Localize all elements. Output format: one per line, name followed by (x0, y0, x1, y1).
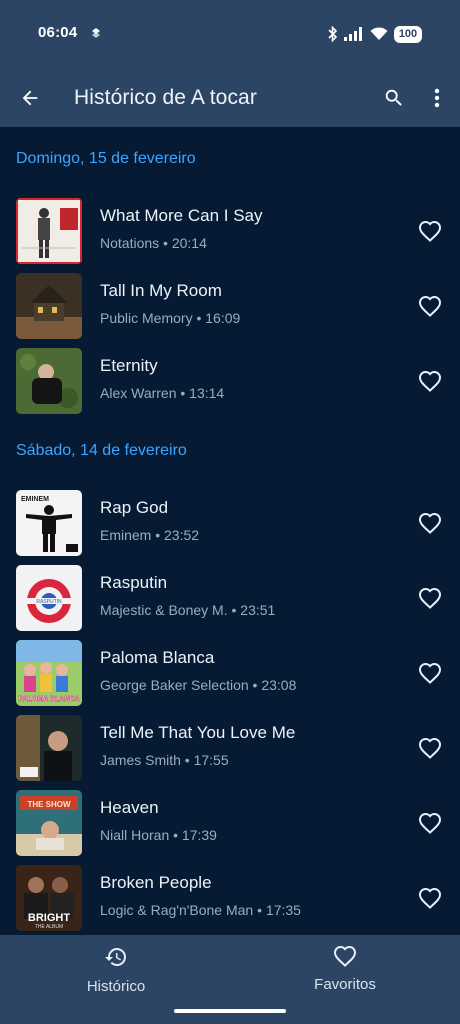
cover-text: BRIGHT (28, 912, 70, 924)
status-bar: 06:04 100 (0, 0, 460, 66)
nav-favorites[interactable]: Favoritos (285, 945, 405, 1005)
favorite-button[interactable] (416, 218, 444, 244)
wifi-icon (370, 27, 388, 40)
list-item[interactable]: EMINEM Rap God Eminem • 23:52 (0, 486, 460, 561)
song-title: Rap God (100, 498, 169, 517)
bottom-navigation: Histórico Favoritos (0, 935, 460, 1024)
battery-indicator: 100 (394, 25, 422, 43)
cover-text: THE ALBUM (35, 924, 63, 930)
list-item[interactable]: Tell Me That You Love Me James Smith • 1… (0, 711, 460, 786)
cover-text: RASPUTIN (36, 599, 62, 605)
album-cover: EMINEM (16, 490, 82, 556)
album-cover: RASPUTIN (16, 565, 82, 631)
heart-outline-icon (418, 295, 442, 317)
history-icon (105, 948, 126, 966)
status-time: 06:04 (38, 24, 78, 41)
list-item[interactable]: What More Can I Say Notations • 20:14 (0, 194, 460, 269)
heart-outline-icon (418, 587, 442, 609)
album-cover: THE SHOW (16, 790, 82, 856)
album-cover: BRIGHT THE ALBUM (16, 865, 82, 931)
heart-outline-icon (418, 812, 442, 834)
nav-history-label: Histórico (86, 978, 146, 995)
album-cover (16, 348, 82, 414)
song-title: Eternity (100, 356, 158, 375)
cover-text: THE SHOW (27, 800, 71, 809)
nav-history[interactable]: Histórico (56, 945, 176, 1005)
song-title: Tell Me That You Love Me (100, 723, 296, 742)
cover-text: EMINEM (21, 496, 49, 503)
date-header-sunday: Domingo, 15 de fevereiro (16, 150, 196, 167)
list-item[interactable]: THE SHOW Heaven Niall Horan • 17:39 (0, 786, 460, 861)
list-item[interactable]: Eternity Alex Warren • 13:14 (0, 344, 460, 419)
song-meta: Majestic & Boney M. • 23:51 (100, 602, 276, 618)
song-title: Tall In My Room (100, 281, 222, 300)
album-cover (16, 273, 82, 339)
heart-outline-icon (418, 220, 442, 242)
arrow-back-icon (22, 90, 38, 106)
more-options-button[interactable] (424, 82, 450, 114)
song-title: Broken People (100, 873, 212, 892)
song-meta: Logic & Rag'n'Bone Man • 17:35 (100, 902, 301, 918)
song-meta: Notations • 20:14 (100, 235, 207, 251)
favorite-button[interactable] (416, 510, 444, 536)
more-vert-icon (434, 88, 440, 108)
heart-outline-icon (333, 945, 357, 967)
nav-favorites-label: Favoritos (314, 976, 376, 993)
gesture-handle[interactable] (174, 1009, 286, 1013)
album-cover: PALOMA BLANCA (16, 640, 82, 706)
song-meta: Alex Warren • 13:14 (100, 385, 225, 401)
album-cover (16, 715, 82, 781)
list-item[interactable]: PALOMA BLANCA Paloma Blanca George Baker… (0, 636, 460, 711)
list-item[interactable]: BRIGHT THE ALBUM Broken People Logic & R… (0, 861, 460, 935)
heart-outline-icon (418, 887, 442, 909)
song-title: Paloma Blanca (100, 648, 215, 667)
song-title: What More Can I Say (100, 206, 263, 225)
back-button[interactable] (14, 82, 46, 114)
date-header-saturday: Sábado, 14 de fevereiro (16, 442, 187, 459)
favorite-button[interactable] (416, 810, 444, 836)
song-title: Rasputin (100, 573, 168, 592)
favorite-button[interactable] (416, 293, 444, 319)
search-icon (385, 89, 402, 106)
page-title: Histórico de A tocar (74, 86, 257, 109)
favorite-button[interactable] (416, 368, 444, 394)
app-bar: Histórico de A tocar (0, 70, 460, 126)
album-cover (16, 198, 82, 264)
favorite-button[interactable] (416, 885, 444, 911)
favorite-button[interactable] (416, 735, 444, 761)
favorite-button[interactable] (416, 660, 444, 686)
song-meta: James Smith • 17:55 (100, 752, 229, 768)
song-title: Heaven (100, 798, 159, 817)
song-meta: Public Memory • 16:09 (100, 310, 241, 326)
heart-outline-icon (418, 512, 442, 534)
song-meta: Eminem • 23:52 (100, 527, 200, 543)
favorite-button[interactable] (416, 585, 444, 611)
list-item[interactable]: Tall In My Room Public Memory • 16:09 (0, 269, 460, 344)
song-meta: Niall Horan • 17:39 (100, 827, 217, 843)
heart-outline-icon (418, 662, 442, 684)
signal-icon (344, 27, 362, 41)
search-button[interactable] (378, 82, 410, 114)
heart-outline-icon (418, 370, 442, 392)
song-meta: George Baker Selection • 23:08 (100, 677, 297, 693)
history-list[interactable]: Domingo, 15 de fevereiro What More Can I… (0, 127, 460, 935)
list-item[interactable]: RASPUTIN Rasputin Majestic & Boney M. • … (0, 561, 460, 636)
cover-text: PALOMA BLANCA (18, 696, 79, 703)
sync-icon (92, 28, 100, 38)
heart-outline-icon (418, 737, 442, 759)
top-area: 06:04 100 Histórico de A tocar (0, 0, 460, 127)
bluetooth-icon (328, 26, 338, 42)
